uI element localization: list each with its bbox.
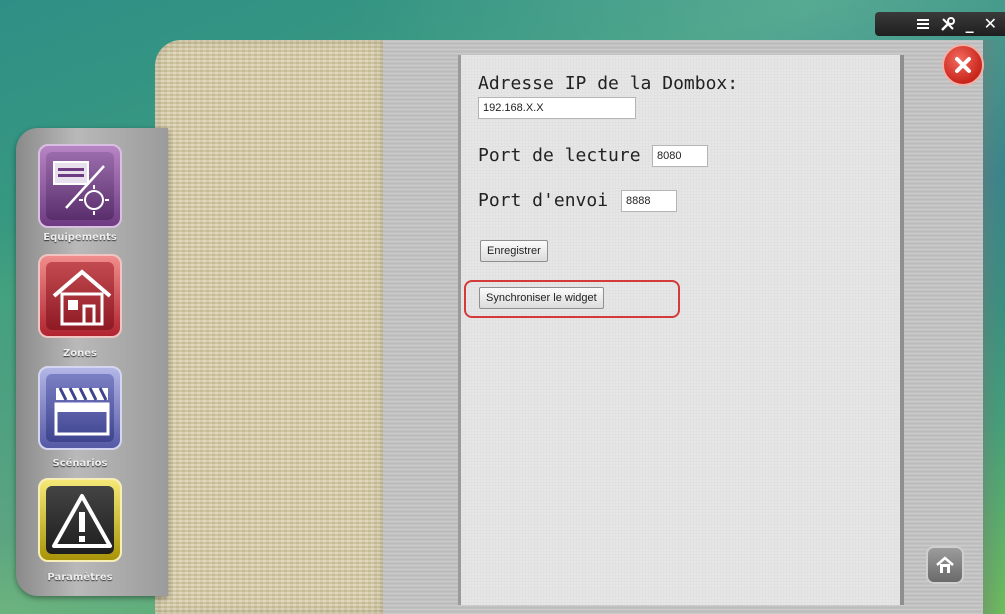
nav-item-parametres[interactable] [38, 478, 122, 562]
widget-titlebar: _ ✕ [875, 12, 1005, 36]
send-port-label: Port d'envoi : [478, 190, 630, 211]
minimize-button[interactable]: _ [966, 16, 974, 32]
nav-label-zones: Zones [63, 348, 97, 359]
house-icon [46, 262, 114, 330]
equipment-icon [46, 152, 114, 220]
clapperboard-icon [46, 374, 114, 442]
warning-icon [46, 486, 114, 554]
read-port-input[interactable] [652, 145, 708, 167]
ip-address-input[interactable] [478, 97, 636, 119]
ip-address-label: Adresse IP de la Dombox: [478, 73, 739, 94]
home-button[interactable] [926, 546, 964, 584]
send-port-input[interactable] [621, 190, 677, 212]
sidebar-nav: Equipements Zones Scénarios Paramètres [16, 128, 168, 596]
sync-widget-button[interactable]: Synchroniser le widget [479, 287, 604, 309]
metal-edge [983, 40, 1005, 614]
nav-item-equipements[interactable] [38, 144, 122, 228]
tools-icon[interactable] [940, 16, 956, 32]
close-icon [955, 57, 971, 73]
nav-item-zones[interactable] [38, 254, 122, 338]
home-icon [936, 556, 954, 573]
close-window-button[interactable]: ✕ [984, 16, 997, 32]
nav-label-scenarios: Scénarios [52, 458, 108, 469]
nav-label-equipements: Equipements [43, 232, 117, 243]
woven-texture-panel [155, 40, 383, 614]
save-button[interactable]: Enregistrer [480, 240, 548, 262]
settings-form-panel [458, 55, 904, 605]
nav-label-parametres: Paramètres [47, 572, 113, 583]
menu-icon[interactable] [916, 18, 930, 30]
nav-item-scenarios[interactable] [38, 366, 122, 450]
read-port-label: Port de lecture : [478, 145, 663, 166]
close-panel-button[interactable] [942, 44, 984, 86]
